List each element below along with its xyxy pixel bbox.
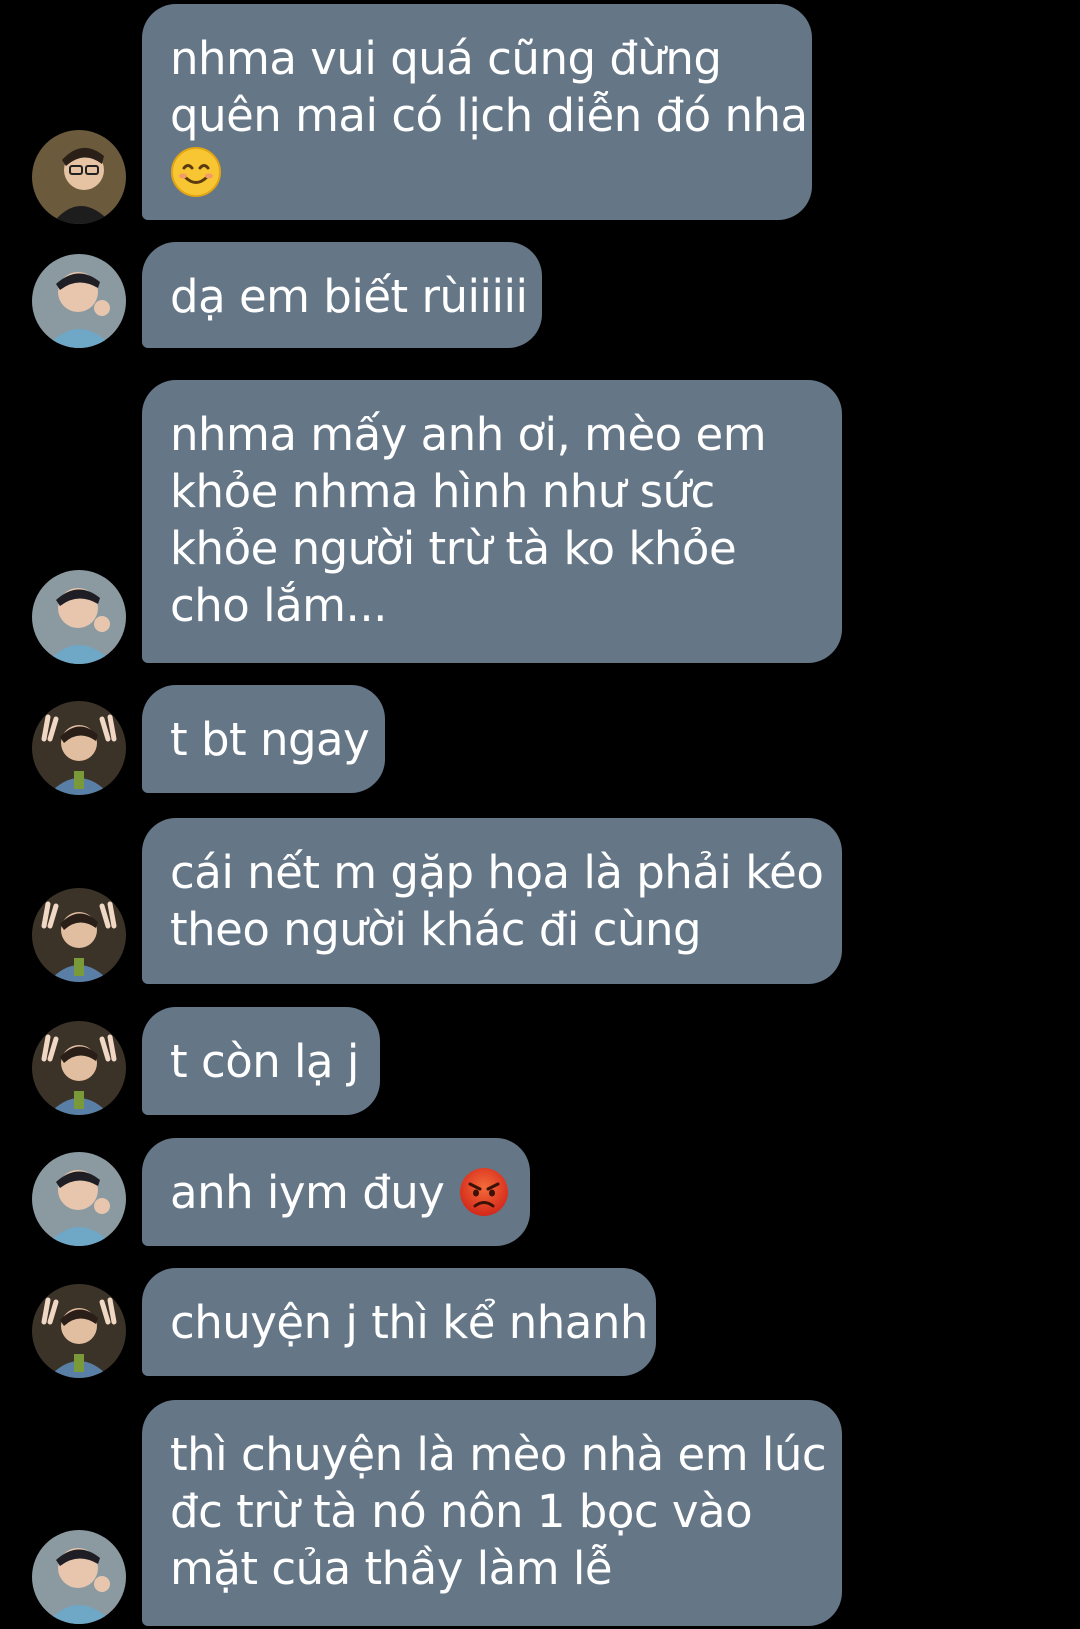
avatar-glasses[interactable] bbox=[32, 130, 126, 224]
avatar-duy-icon bbox=[32, 254, 126, 348]
avatar-duy-icon bbox=[32, 1152, 126, 1246]
avatar-duy[interactable] bbox=[32, 1530, 126, 1624]
message-text: t bt ngay bbox=[170, 713, 370, 766]
avatar-duy[interactable] bbox=[32, 570, 126, 664]
avatar-peace-icon bbox=[32, 1284, 126, 1378]
message-text: chuyện j thì kể nhanh bbox=[170, 1296, 648, 1349]
avatar-peace[interactable] bbox=[32, 888, 126, 982]
avatar-duy[interactable] bbox=[32, 254, 126, 348]
avatar-peace[interactable] bbox=[32, 1284, 126, 1378]
message-text: nhma mấy anh ơi, mèo em bbox=[170, 408, 767, 461]
angry-face-emoji bbox=[458, 1166, 510, 1218]
message-text: nhma vui quá cũng đừng bbox=[170, 32, 722, 85]
message-bubble[interactable]: cái nết m gặp họa là phải kéo theo người… bbox=[142, 818, 842, 984]
message-text: cho lắm... bbox=[170, 579, 387, 632]
message-bubble[interactable]: dạ em biết rùiiiii bbox=[142, 242, 542, 348]
message-text: đc trừ tà nó nôn 1 bọc vào bbox=[170, 1485, 753, 1538]
message-bubble[interactable]: nhma vui quá cũng đừng quên mai có lịch … bbox=[142, 4, 812, 220]
chat-thread[interactable]: nhma vui quá cũng đừng quên mai có lịch … bbox=[0, 0, 1080, 1629]
avatar-peace[interactable] bbox=[32, 701, 126, 795]
message-bubble[interactable]: t còn lạ j bbox=[142, 1007, 380, 1115]
avatar-glasses-icon bbox=[32, 130, 126, 224]
message-bubble[interactable]: chuyện j thì kể nhanh bbox=[142, 1268, 656, 1376]
message-text: dạ em biết rùiiiii bbox=[170, 270, 528, 323]
message-bubble[interactable]: t bt ngay bbox=[142, 685, 385, 793]
message-text: t còn lạ j bbox=[170, 1035, 359, 1088]
message-text: quên mai có lịch diễn đó nha bbox=[170, 89, 808, 142]
message-bubble[interactable]: anh iym đuy bbox=[142, 1138, 530, 1246]
message-text: anh iym đuy bbox=[170, 1166, 459, 1219]
message-text: khỏe nhma hình như sức bbox=[170, 465, 715, 518]
message-text: thì chuyện là mèo nhà em lúc bbox=[170, 1428, 827, 1481]
message-text: cái nết m gặp họa là phải kéo bbox=[170, 846, 824, 899]
smiling-face-emoji bbox=[170, 146, 222, 198]
message-text: khỏe người trừ tà ko khỏe bbox=[170, 522, 737, 575]
avatar-duy-icon bbox=[32, 1530, 126, 1624]
avatar-peace-icon bbox=[32, 1021, 126, 1115]
avatar-peace[interactable] bbox=[32, 1021, 126, 1115]
avatar-peace-icon bbox=[32, 888, 126, 982]
avatar-duy[interactable] bbox=[32, 1152, 126, 1246]
message-bubble[interactable]: thì chuyện là mèo nhà em lúc đc trừ tà n… bbox=[142, 1400, 842, 1626]
message-bubble[interactable]: nhma mấy anh ơi, mèo em khỏe nhma hình n… bbox=[142, 380, 842, 663]
message-text: theo người khác đi cùng bbox=[170, 903, 702, 956]
message-text: mặt của thầy làm lễ bbox=[170, 1542, 613, 1595]
avatar-duy-icon bbox=[32, 570, 126, 664]
avatar-peace-icon bbox=[32, 701, 126, 795]
